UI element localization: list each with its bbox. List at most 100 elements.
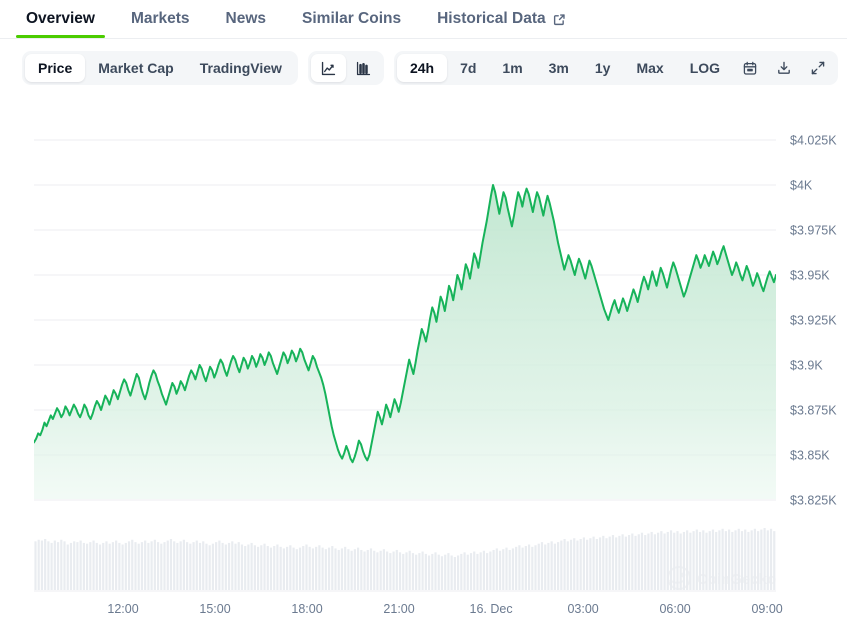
navigator-bar xyxy=(179,541,182,590)
navigator-bar xyxy=(92,540,95,590)
navigator-bar xyxy=(237,542,240,590)
navigator-bar xyxy=(460,553,463,590)
chart-area: $4.025K $4K $3.975K $3.95K $3.925K $3.9K $3.87… xyxy=(0,97,847,634)
range-button-1m[interactable]: 1m xyxy=(489,54,535,82)
navigator-bar xyxy=(215,542,218,590)
navigator-bar xyxy=(757,531,760,590)
navigator-bar xyxy=(160,543,163,590)
y-axis-tick-label: $3.9K xyxy=(790,359,823,373)
tab-markets[interactable]: Markets xyxy=(113,0,208,38)
navigator-bar xyxy=(47,541,50,590)
navigator-bar xyxy=(244,546,247,590)
y-axis-tick-label: $3.875K xyxy=(790,404,837,418)
chart-toolbar: Price Market Cap TradingView 24h 7d 1m 3m 1y Ma… xyxy=(0,39,847,97)
navigator-bar xyxy=(502,549,505,590)
navigator-bar xyxy=(466,554,469,590)
price-chart-svg[interactable]: $4.025K $4K $3.975K $3.95K $3.925K $3.9K $3.87… xyxy=(0,97,847,634)
navigator-bar xyxy=(576,540,579,590)
navigator-bar xyxy=(702,530,705,590)
navigator-bar xyxy=(337,549,340,590)
navigator-bar xyxy=(408,550,411,590)
range-button-3m[interactable]: 3m xyxy=(536,54,582,82)
navigator-bar xyxy=(392,551,395,590)
navigator-bar xyxy=(728,529,731,590)
navigator-bar xyxy=(469,553,473,590)
price-series xyxy=(34,184,776,499)
navigator-bar xyxy=(495,548,498,590)
navigator-bar xyxy=(515,546,518,590)
navigator-bar xyxy=(102,542,105,590)
navigator-bar xyxy=(582,537,586,590)
range-button-24h[interactable]: 24h xyxy=(396,54,448,82)
navigator-bar xyxy=(450,555,453,590)
navigator-bar xyxy=(240,544,244,590)
navigator-bar xyxy=(105,541,108,590)
navigator-bar xyxy=(82,542,85,590)
navigator-bar xyxy=(37,539,40,590)
candlestick-chart-icon-button[interactable] xyxy=(346,54,381,82)
expand-icon-button[interactable] xyxy=(801,54,835,82)
x-axis-tick-label: 06:00 xyxy=(659,602,690,616)
navigator-bar xyxy=(279,546,282,590)
navigator-bar xyxy=(231,541,234,590)
navigator-bar xyxy=(315,546,318,590)
x-axis-tick-label: 18:00 xyxy=(291,602,322,616)
navigator-bar xyxy=(573,538,576,590)
navigator-bar xyxy=(260,545,263,590)
calendar-icon-button[interactable] xyxy=(733,54,767,82)
range-button-1y[interactable]: 1y xyxy=(582,54,624,82)
navigator-bar xyxy=(140,542,144,590)
navigator-bar xyxy=(76,542,79,590)
navigator-bar xyxy=(421,551,424,590)
navigator-bar xyxy=(353,549,356,590)
navigator-bar xyxy=(395,549,398,590)
navigator-bar xyxy=(608,536,611,590)
metric-button-market-cap[interactable]: Market Cap xyxy=(85,54,186,82)
download-icon xyxy=(776,60,792,76)
button-label: Price xyxy=(38,60,73,76)
y-axis-tick-label: $3.975K xyxy=(790,224,837,238)
navigator-bar xyxy=(544,544,547,590)
navigator-bar xyxy=(295,549,298,590)
navigator-bar xyxy=(173,541,176,590)
volume-navigator[interactable] xyxy=(34,528,776,590)
navigator-bar xyxy=(186,542,189,590)
navigator-bar xyxy=(479,552,482,590)
tab-similar-coins[interactable]: Similar Coins xyxy=(284,0,419,38)
navigator-bar xyxy=(689,532,692,590)
tab-news[interactable]: News xyxy=(208,0,285,38)
navigator-bar xyxy=(650,531,653,590)
navigator-bar xyxy=(586,539,589,590)
x-axis-tick-label: 03:00 xyxy=(567,602,598,616)
navigator-bar xyxy=(631,533,634,590)
download-icon-button[interactable] xyxy=(767,54,801,82)
navigator-bar xyxy=(276,544,279,590)
button-label: 1m xyxy=(502,60,523,76)
tab-label: Historical Data xyxy=(437,10,546,27)
navigator-bar xyxy=(489,551,492,590)
navigator-bar xyxy=(44,538,47,590)
navigator-bar xyxy=(605,538,608,590)
tab-overview[interactable]: Overview xyxy=(8,0,113,38)
y-axis-tick-label: $4K xyxy=(790,179,813,193)
metric-button-tradingview[interactable]: TradingView xyxy=(187,54,295,82)
navigator-bar xyxy=(537,543,540,590)
metric-button-price[interactable]: Price xyxy=(25,54,86,82)
navigator-bar xyxy=(169,538,173,590)
tab-historical-data[interactable]: Historical Data xyxy=(419,0,584,38)
navigator-bar xyxy=(431,553,434,590)
navigator-bar xyxy=(389,553,392,590)
x-axis-tick-label: 12:00 xyxy=(107,602,138,616)
navigator-bar xyxy=(118,542,121,590)
button-label: 1y xyxy=(594,60,611,76)
line-chart-icon-button[interactable] xyxy=(310,54,346,82)
range-button-max[interactable]: Max xyxy=(623,54,676,82)
navigator-bar xyxy=(95,542,98,590)
navigator-bar xyxy=(166,540,169,590)
x-axis-tick-label: 15:00 xyxy=(199,602,230,616)
range-button-7d[interactable]: 7d xyxy=(447,54,489,82)
range-button-log[interactable]: LOG xyxy=(677,54,733,82)
navigator-bar xyxy=(440,556,444,590)
navigator-bar xyxy=(434,552,437,590)
navigator-bar xyxy=(153,539,156,590)
